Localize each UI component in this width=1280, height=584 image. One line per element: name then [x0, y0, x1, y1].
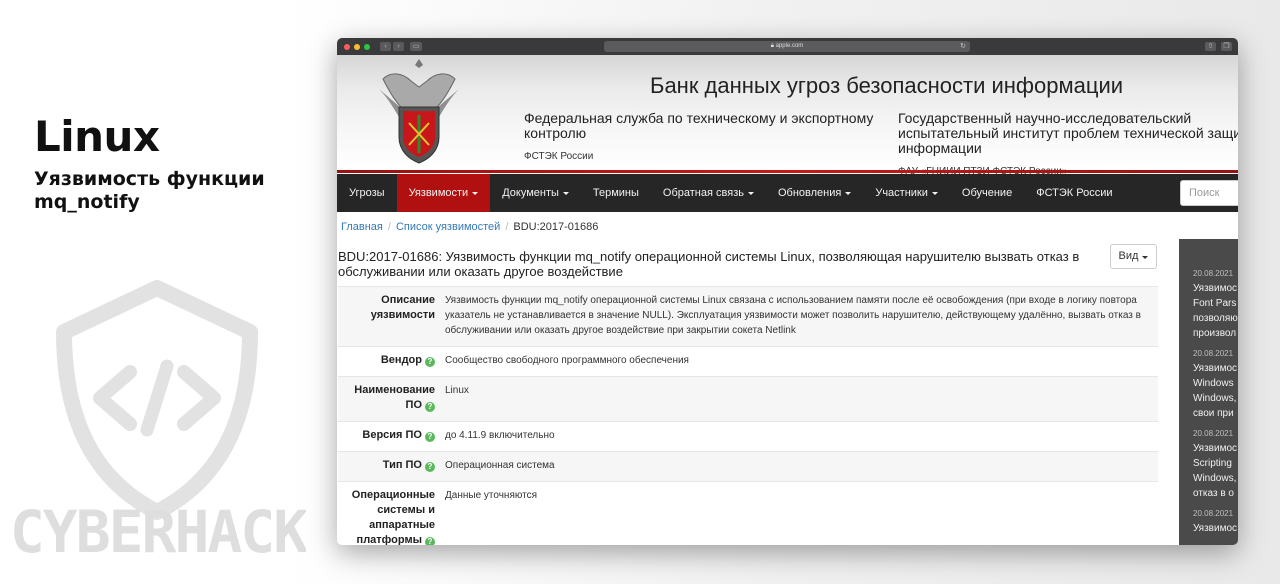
news-item[interactable]: 20.08.2021 Уязвимос Windows Windows, сво… [1179, 349, 1238, 421]
row-value: до 4.11.9 включительно [445, 430, 555, 441]
nav-item-updates[interactable]: Обновления [766, 174, 863, 212]
address-bar-url: apple.com [775, 43, 804, 49]
code-shield-icon [56, 280, 258, 520]
news-sidebar: 20.08.2021 Уязвимос Font Pars позволяю п… [1179, 239, 1238, 545]
svg-text:CYBERHACK: CYBERHACK [10, 498, 306, 562]
tabs-overview-icon[interactable]: ❐ [1221, 42, 1232, 51]
org-gniii-line-2: испытательный институт проблем техническ… [898, 125, 1238, 141]
browser-window: ‹ › ▭ 🔒︎ apple.com ↻ ⇧ ❐ Банк данных угр… [337, 38, 1238, 545]
nav-item-training[interactable]: Обучение [950, 174, 1024, 212]
breadcrumb-list[interactable]: Список уязвимостей [396, 221, 500, 233]
help-icon[interactable]: ? [425, 357, 435, 367]
site-title: Банк данных угроз безопасности информаци… [650, 73, 1124, 98]
org-gniii-line-1: Государственный научно-исследовательский [898, 110, 1192, 126]
row-key: Операционные системы и аппаратные платфо… [351, 489, 435, 545]
breadcrumb-current: BDU:2017-01686 [513, 221, 599, 233]
page-title: BDU:2017-01686: Уязвимость функции mq_no… [338, 249, 1080, 279]
row-key: Вендор? [338, 347, 435, 376]
main-nav: Угрозы Уязвимости Документы Термины Обра… [337, 174, 1238, 212]
news-item[interactable]: 20.08.2021 Уязвимос [1179, 509, 1238, 536]
table-row: Вендор? Сообщество свободного программно… [338, 346, 1158, 376]
breadcrumb-separator: / [387, 221, 391, 233]
help-icon[interactable]: ? [425, 537, 435, 545]
promo-subtitle: Уязвимость функции mq_notify [34, 168, 265, 213]
chevron-down-icon [1142, 256, 1149, 259]
site-header: Банк данных угроз безопасности информаци… [337, 55, 1238, 177]
view-dropdown-button[interactable]: Вид [1110, 244, 1157, 269]
row-key: Тип ПО? [338, 452, 435, 481]
chevron-down-icon [472, 191, 479, 195]
table-row: Наименование ПО? Linux [338, 376, 1158, 421]
nav-item-documents[interactable]: Документы [490, 174, 581, 212]
nav-item-fstek[interactable]: ФСТЭК России [1024, 174, 1124, 212]
search-input[interactable]: Поиск [1180, 180, 1238, 206]
chevron-down-icon [747, 191, 754, 195]
breadcrumb: Главная / Список уязвимостей / BDU:2017-… [341, 221, 598, 233]
row-key: Версия ПО? [338, 422, 435, 451]
breadcrumb-separator: / [505, 221, 509, 233]
chevron-down-icon [562, 191, 569, 195]
org-gniii-name: Государственный научно-исследовательский… [898, 111, 1238, 156]
news-date: 20.08.2021 [1193, 269, 1234, 278]
header-divider [337, 170, 1238, 173]
breadcrumb-home[interactable]: Главная [341, 221, 383, 233]
back-arrow-icon[interactable]: ‹ [380, 42, 391, 51]
nav-item-members[interactable]: Участники [863, 174, 950, 212]
news-item[interactable]: 20.08.2021 Уязвимос Font Pars позволяю п… [1179, 269, 1238, 341]
row-value: Сообщество свободного программного обесп… [445, 355, 689, 366]
row-value: Уязвимость функции mq_notify операционно… [445, 295, 1141, 336]
browser-toolbar: ‹ › ▭ 🔒︎ apple.com ↻ ⇧ ❐ [337, 38, 1238, 55]
address-bar[interactable]: 🔒︎ apple.com ↻ [604, 41, 970, 52]
org-gniii-line-3: информации [898, 140, 982, 156]
row-value: Операционная система [445, 460, 555, 471]
nav-item-feedback[interactable]: Обратная связь [651, 174, 766, 212]
nav-item-terms[interactable]: Термины [581, 174, 651, 212]
reload-icon[interactable]: ↻ [960, 41, 966, 52]
row-value: Linux [445, 385, 469, 396]
chevron-down-icon [931, 191, 938, 195]
chevron-down-icon [845, 191, 852, 195]
window-controls [344, 43, 370, 50]
vulnerability-info-table: Описание уязвимости Уязвимость функции m… [338, 286, 1158, 545]
org-fstek-name: Федеральная служба по техническому и экс… [524, 110, 874, 141]
news-item[interactable]: 20.08.2021 Уязвимос Scripting Windows, о… [1179, 429, 1238, 501]
row-key: Наименование ПО? [354, 384, 435, 412]
help-icon[interactable]: ? [425, 402, 435, 412]
news-date: 20.08.2021 [1193, 349, 1234, 358]
news-date: 20.08.2021 [1193, 509, 1234, 518]
promo-title: Linux [34, 112, 160, 161]
minimize-window-button[interactable] [354, 43, 360, 50]
lock-icon: 🔒︎ [770, 43, 774, 49]
row-key: Описание уязвимости [370, 294, 435, 321]
row-value: Данные уточняются [445, 490, 538, 501]
sidebar-toggle-icon[interactable]: ▭ [410, 42, 422, 51]
table-row: Операционные системы и аппаратные платфо… [338, 481, 1158, 545]
cyberhack-logo: CYBERHACK [10, 498, 306, 562]
news-date: 20.08.2021 [1193, 429, 1234, 438]
forward-arrow-icon[interactable]: › [393, 42, 404, 51]
org-fstek-short[interactable]: ФСТЭК России [524, 151, 593, 162]
close-window-button[interactable] [344, 43, 350, 50]
help-icon[interactable]: ? [425, 462, 435, 472]
zoom-window-button[interactable] [364, 43, 370, 50]
eagle-emblem-icon [379, 59, 459, 164]
nav-item-vulnerabilities[interactable]: Уязвимости [396, 174, 491, 212]
table-row: Версия ПО? до 4.11.9 включительно [338, 421, 1158, 451]
table-row: Тип ПО? Операционная система [338, 451, 1158, 481]
share-icon[interactable]: ⇧ [1205, 42, 1216, 51]
nav-item-threats[interactable]: Угрозы [337, 174, 397, 212]
table-row: Описание уязвимости Уязвимость функции m… [338, 286, 1158, 346]
help-icon[interactable]: ? [425, 432, 435, 442]
